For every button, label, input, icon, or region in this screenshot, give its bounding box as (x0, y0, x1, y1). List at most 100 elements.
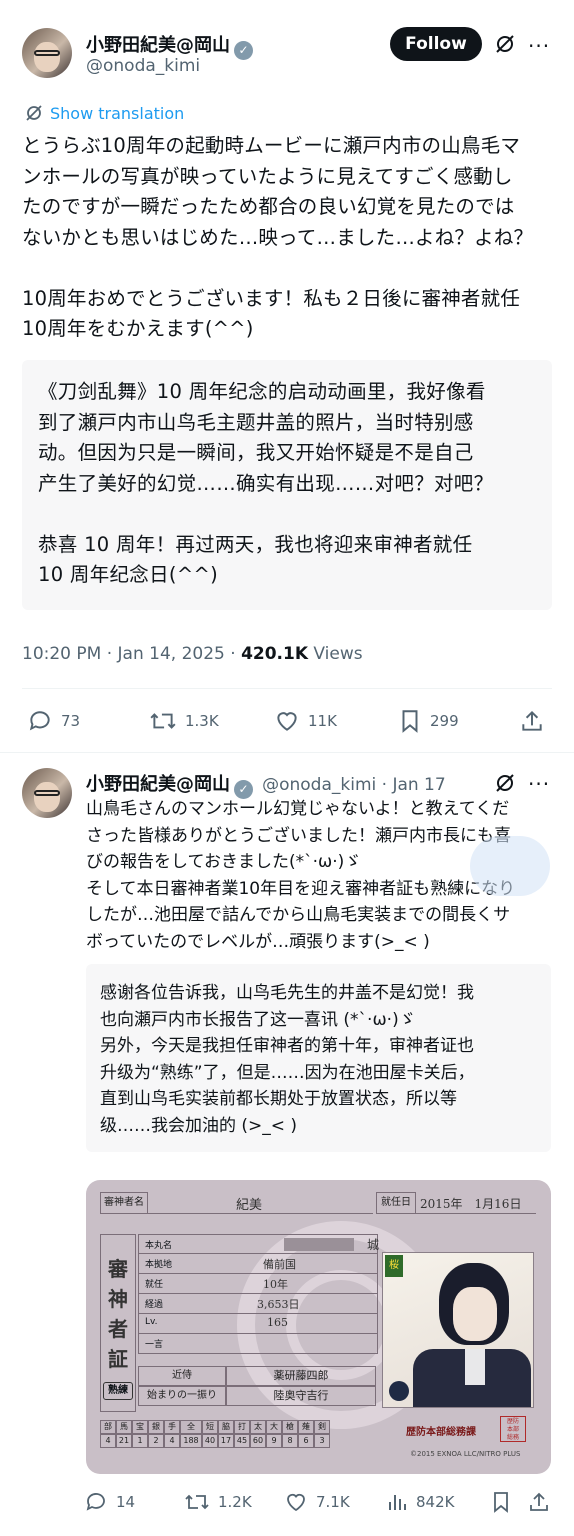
row-label: 本拠地 (145, 1260, 173, 1270)
reply-author-name[interactable]: 小野田紀美@岡山 (86, 774, 230, 795)
show-translation-link[interactable]: Show translation (24, 103, 184, 123)
underline (148, 1213, 373, 1214)
stat-value: 21 (116, 1434, 132, 1448)
stat-value: 60 (250, 1434, 266, 1448)
repost-button[interactable]: 1.3K (149, 708, 219, 734)
repost-icon (150, 713, 176, 729)
reply-like-button[interactable]: 7.1K (284, 1490, 350, 1514)
row-label: 就任 (145, 1280, 164, 1290)
row-elapsed: 経過 3,653日 (138, 1294, 378, 1314)
row-honmaru: 本丸名 城 (138, 1234, 379, 1254)
stat-value: 8 (282, 1434, 298, 1448)
like-button[interactable]: 11K (274, 708, 337, 734)
row-label: 経過 (145, 1300, 164, 1310)
reply-author-handle[interactable]: @onoda_kimi · Jan 17 (262, 775, 446, 795)
bookmark-count: 299 (430, 712, 459, 730)
reply-share-button[interactable] (527, 1490, 559, 1514)
stat-value: 1 (132, 1434, 148, 1448)
title-char: 者 (108, 1317, 128, 1341)
reply-icon (29, 711, 50, 731)
stat-head: 太 (250, 1420, 266, 1434)
official-seal-stamp: 歴防 本部 総務 (500, 1416, 526, 1442)
reply-count: 73 (61, 712, 81, 730)
row-comment: 一言 (138, 1334, 378, 1354)
share-button[interactable] (519, 708, 553, 734)
stat-head: 部 (100, 1420, 116, 1434)
reply-header: 小野田紀美@岡山 ✓ @onoda_kimi · Jan 17 (86, 770, 446, 799)
stat-value: 9 (266, 1434, 282, 1448)
crest-icon: 桜 (385, 1255, 403, 1277)
stat-head: 槍 (282, 1420, 298, 1434)
stat-head: 打 (234, 1420, 250, 1434)
divider (22, 688, 552, 689)
label-first: 始まりの一振り (138, 1386, 226, 1406)
stat-value: 6 (298, 1434, 314, 1448)
reply-translation-text: 感谢各位告诉我，山鸟毛先生的井盖不是幻觉！我 也向瀬戸内市长报告了这一喜讯 (*… (100, 983, 475, 1136)
reply-reply-count: 14 (116, 1493, 136, 1511)
reply-like-count: 7.1K (316, 1493, 350, 1511)
stat-value: 3 (314, 1434, 330, 1448)
floating-bubble (470, 836, 550, 896)
card-first: 陸奥守吉行 (226, 1386, 376, 1406)
divider (0, 752, 574, 753)
card-kinji: 薬研藤四郎 (226, 1366, 376, 1386)
reply-icon (86, 1493, 105, 1511)
bookmark-icon (402, 710, 418, 733)
info-rows: 本丸名 城 本拠地 備前国 就任 10年 経過 3,653日 Lv. 165 一言 (138, 1234, 379, 1354)
reply-repost-button[interactable]: 1.2K (184, 1490, 252, 1514)
reply-author-avatar[interactable] (22, 768, 72, 818)
title-char: 証 (108, 1347, 128, 1371)
translate-icon (26, 105, 42, 121)
label-kinji: 近侍 (138, 1366, 226, 1386)
reply-button[interactable]: 73 (27, 708, 80, 734)
stat-value: 4 (100, 1434, 116, 1448)
redacted-block (284, 1238, 354, 1251)
reply-reply-button[interactable]: 14 (84, 1490, 135, 1514)
row-value: 165 (267, 1316, 288, 1329)
follow-button[interactable]: Follow (390, 27, 482, 61)
translation-text: 《刀剑乱舞》10 周年纪念的启动动画里，我好像看 到了瀬戸内市山鸟毛主题井盖的照… (38, 380, 494, 586)
stat-head: 銀 (148, 1420, 164, 1434)
more-options-icon[interactable]: ··· (528, 772, 550, 796)
attached-image-card[interactable]: 審神者名 紀美 就任日 2015年 1月16日 審 神 者 証 熟練 本丸名 城 … (86, 1180, 551, 1474)
title-char: 神 (108, 1287, 128, 1311)
views-count: 420.1K (241, 644, 309, 664)
label-date: 就任日 (376, 1192, 416, 1214)
stat-head: 馬 (116, 1420, 132, 1434)
bookmark-icon (494, 1492, 508, 1513)
tweet-text: とうらぶ10周年の起動時ムービーに瀬戸内市の山鳥毛マ ンホールの写真が映っていた… (22, 134, 534, 340)
character-collar (465, 1349, 485, 1385)
heart-icon (277, 712, 297, 731)
stat-value: 40 (202, 1434, 218, 1448)
stat-head: 薙 (298, 1420, 314, 1434)
grok-icon[interactable] (493, 771, 517, 799)
reply-views-count: 842K (416, 1493, 455, 1511)
row-tenure: 就任 10年 (138, 1274, 378, 1294)
like-count: 11K (308, 712, 337, 730)
reply-bookmark-button[interactable] (490, 1490, 520, 1514)
row-base: 本拠地 備前国 (138, 1254, 378, 1274)
author-handle[interactable]: @onoda_kimi (86, 56, 200, 76)
row-label: 本丸名 (145, 1241, 173, 1251)
bookmark-button[interactable]: 299 (398, 708, 459, 734)
show-translation-label: Show translation (50, 103, 185, 123)
stat-value: 45 (234, 1434, 250, 1448)
repost-icon (185, 1494, 209, 1510)
share-icon (522, 710, 542, 731)
author-avatar[interactable] (22, 28, 72, 78)
analytics-icon (389, 1495, 406, 1510)
tweet-time[interactable]: 10:20 PM · Jan 14, 2025 · (22, 644, 241, 664)
tweet-meta: 10:20 PM · Jan 14, 2025 · 420.1K Views (22, 644, 363, 664)
stat-head: 短 (202, 1420, 218, 1434)
heart-icon (287, 1493, 305, 1512)
vertical-title: 審 神 者 証 (108, 1254, 128, 1374)
more-options-icon[interactable]: ··· (528, 34, 550, 58)
stat-head: 全 (180, 1420, 202, 1434)
author-name[interactable]: 小野田紀美@岡山 (86, 35, 230, 56)
views-label: Views (308, 644, 363, 664)
row-value: 備前国 (263, 1258, 296, 1271)
grok-icon[interactable] (493, 32, 517, 60)
row-value: 3,653日 (257, 1298, 300, 1311)
reply-views-button[interactable]: 842K (386, 1490, 454, 1514)
reply-repost-count: 1.2K (218, 1493, 252, 1511)
